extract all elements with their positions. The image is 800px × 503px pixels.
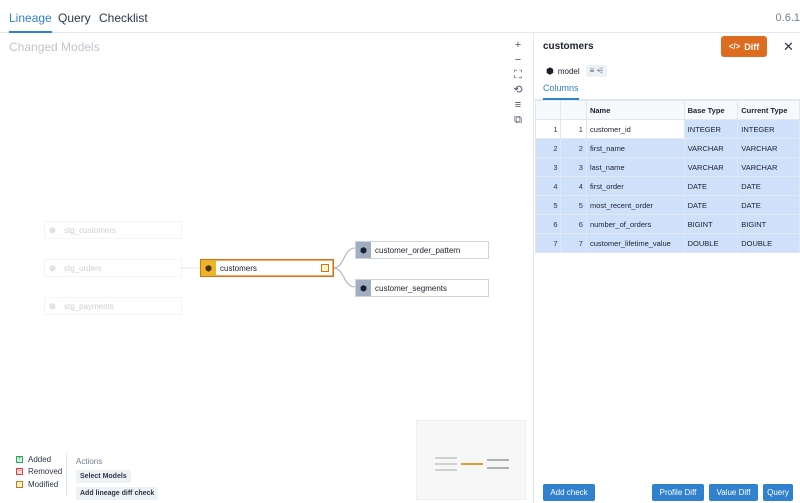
table-row[interactable]: 6 6 number_of_orders BIGINT BIGINT — [534, 214, 800, 234]
diff-button[interactable]: </> Diff — [721, 36, 767, 57]
top-tab-bar: Lineage Query Checklist 0.6.1 — [0, 0, 800, 33]
select-models-button[interactable]: Select Models — [76, 470, 131, 483]
index-header — [560, 100, 587, 120]
legend-modified: · Modified — [12, 478, 66, 491]
minimap-node — [435, 457, 457, 459]
panel-tabs: Columns — [534, 83, 800, 100]
node-stg-customers[interactable]: ⬢ stg_customers — [44, 221, 182, 239]
model-icon: ⬢ — [49, 225, 56, 235]
panel-title: customers — [543, 41, 594, 52]
value-diff-button[interactable]: Value Diff — [709, 484, 758, 501]
actions-title: Actions — [76, 457, 103, 466]
minimap[interactable] — [416, 420, 526, 500]
table-header-row: Name Base Type Current Type — [534, 100, 800, 120]
table-row[interactable]: 7 7 customer_lifetime_value DOUBLE DOUBL… — [534, 233, 800, 253]
minimap-node — [487, 459, 509, 461]
columns-table: Name Base Type Current Type 1 1 customer… — [534, 100, 800, 253]
panel-footer: Add check Profile Diff Value Diff Query — [534, 482, 800, 503]
version-label: 0.6.1 — [775, 12, 800, 24]
lines-icon: ≡ ⩤ — [585, 65, 607, 77]
minimap-node — [487, 467, 509, 469]
change-legend: + Added − Removed · Modified — [12, 453, 67, 497]
edge-customers-order-pattern — [332, 247, 356, 269]
legend-removed: − Removed — [16, 467, 63, 477]
legend-added: + Added — [16, 454, 52, 464]
code-icon: </> — [728, 42, 741, 51]
node-customer-order-pattern[interactable]: ⬢ customer_order_pattern — [355, 241, 489, 259]
profile-diff-button[interactable]: Profile Diff — [652, 484, 704, 501]
model-icon: ⬢ — [356, 242, 371, 258]
modified-icon: · — [16, 480, 23, 488]
minimap-node — [435, 469, 457, 471]
lineage-canvas[interactable]: Changed Models + − ⛶ ⟲ ≡ ⧉ ⬢ stg_custome… — [0, 33, 533, 503]
model-icon: ⬢ — [356, 280, 371, 296]
minimap-node — [435, 463, 457, 465]
model-meta: ⬢ model ≡ ⩤ — [546, 65, 607, 77]
model-detail-panel: customers </> Diff ✕ ⬢ model ≡ ⩤ Columns… — [533, 33, 800, 503]
current-type-header[interactable]: Current Type — [737, 100, 800, 120]
close-icon[interactable]: ✕ — [783, 39, 794, 55]
base-type-header[interactable]: Base Type — [683, 100, 739, 120]
tab-checklist[interactable]: Checklist — [99, 0, 148, 33]
edge-customers-segments — [332, 267, 356, 288]
node-stg-payments[interactable]: ⬢ stg_payments — [44, 297, 182, 315]
actions-group: Actions Select Models Add lineage diff c… — [76, 457, 159, 503]
added-icon: + — [16, 455, 23, 463]
model-type-label: model — [557, 66, 580, 76]
tab-query[interactable]: Query — [58, 0, 91, 33]
node-customers[interactable]: ⬢ customers · — [200, 259, 334, 277]
table-row[interactable]: 2 2 first_name VARCHAR VARCHAR — [534, 138, 800, 158]
model-icon: ⬢ — [49, 263, 56, 273]
node-stg-orders[interactable]: ⬢ stg_orders — [44, 259, 182, 277]
modified-badge: · — [321, 264, 329, 272]
minimap-node-primary — [461, 463, 483, 465]
cube-icon: ⬢ — [546, 65, 554, 76]
table-row[interactable]: 3 3 last_name VARCHAR VARCHAR — [534, 157, 800, 177]
tab-columns[interactable]: Columns — [543, 83, 579, 100]
add-lineage-diff-check-button[interactable]: Add lineage diff check — [76, 487, 159, 500]
table-row[interactable]: 1 1 customer_id INTEGER INTEGER — [534, 119, 800, 139]
name-header[interactable]: Name — [585, 100, 685, 120]
table-row[interactable]: 5 5 most_recent_order DATE DATE — [534, 195, 800, 215]
model-icon: ⬢ — [201, 260, 216, 276]
node-customer-segments[interactable]: ⬢ customer_segments — [355, 279, 489, 297]
query-button[interactable]: Query — [763, 484, 793, 501]
index-header — [534, 100, 562, 120]
removed-icon: − — [16, 468, 23, 476]
model-icon: ⬢ — [49, 301, 56, 311]
add-check-button[interactable]: Add check — [543, 484, 595, 501]
table-row[interactable]: 4 4 first_order DATE DATE — [534, 176, 800, 196]
tab-lineage[interactable]: Lineage — [9, 0, 52, 33]
